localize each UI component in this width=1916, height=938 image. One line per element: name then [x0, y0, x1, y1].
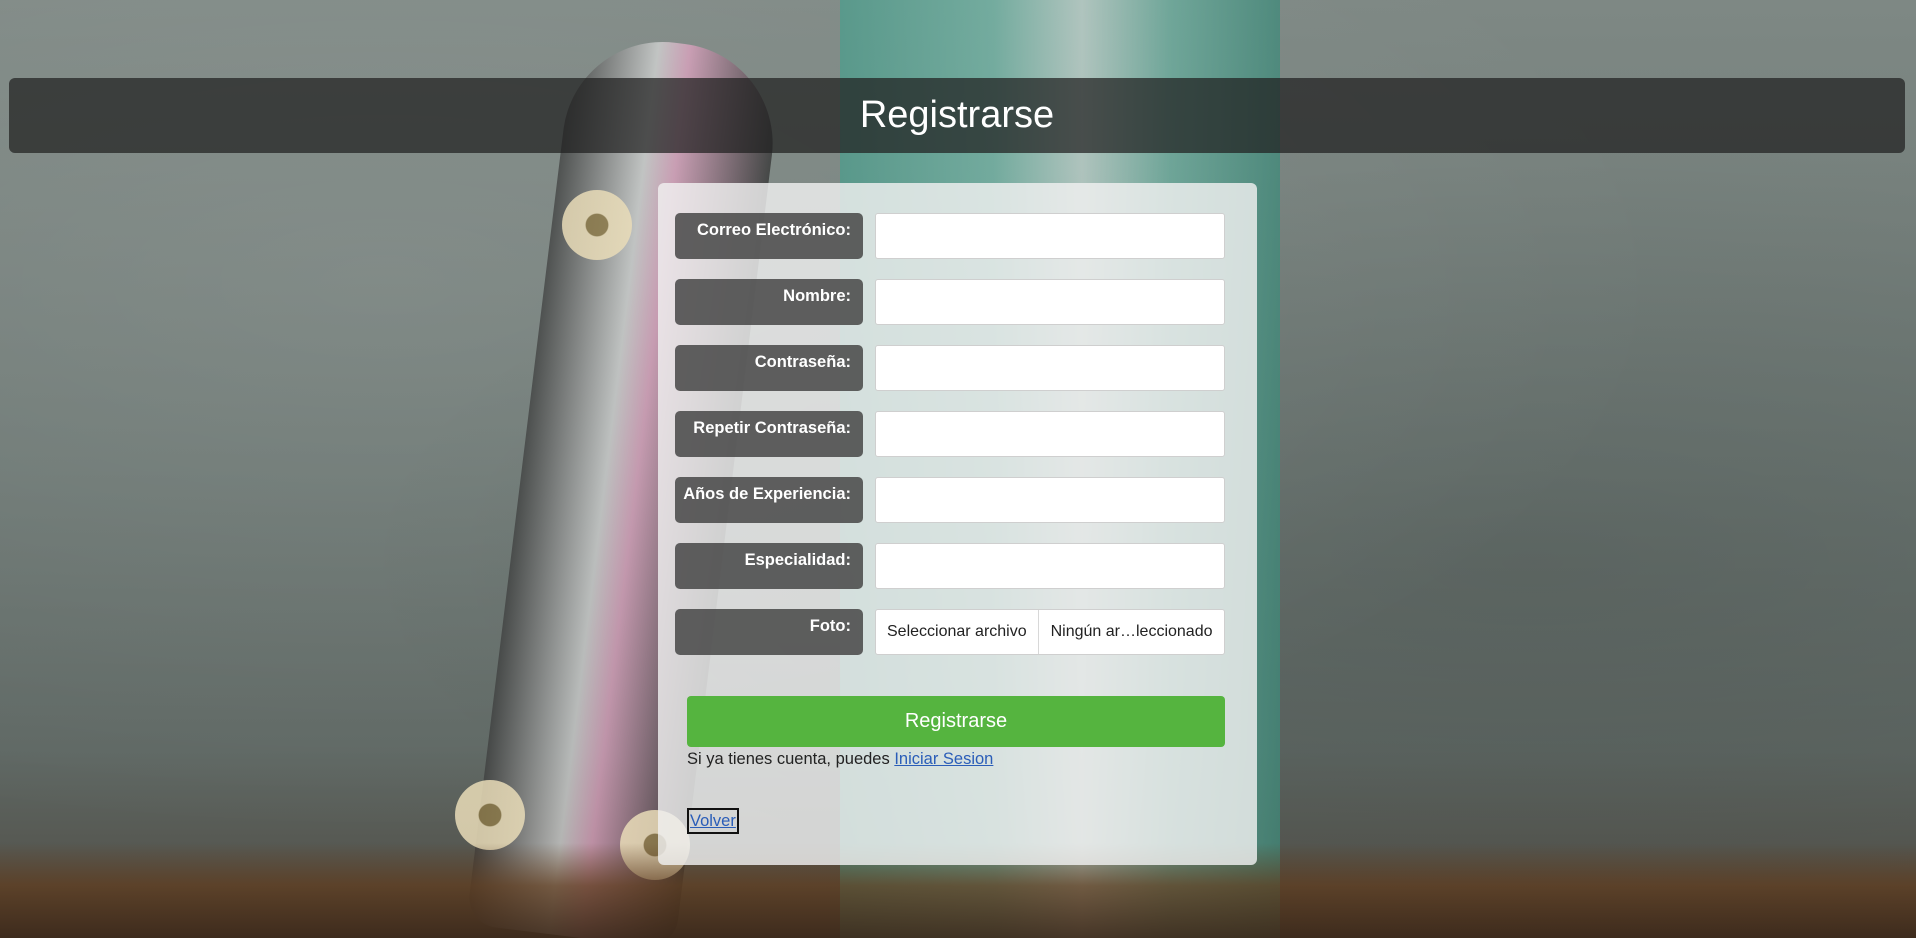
repeat-password-label: Repetir Contraseña: [675, 411, 863, 457]
register-button[interactable]: Registrarse [687, 696, 1225, 747]
repeat-password-field[interactable] [875, 411, 1225, 457]
login-link[interactable]: Iniciar Sesion [894, 750, 993, 768]
name-row: Nombre: [675, 279, 1225, 325]
name-field[interactable] [875, 279, 1225, 325]
specialty-label: Especialidad: [675, 543, 863, 589]
experience-label: Años de Experiencia: [675, 477, 863, 523]
specialty-row: Especialidad: [675, 543, 1225, 589]
file-status: Ningún ar…leccionado [1050, 623, 1213, 640]
experience-row: Años de Experiencia: [675, 477, 1225, 523]
page-header: Registrarse [9, 78, 1905, 153]
experience-field[interactable] [875, 477, 1225, 523]
email-row: Correo Electrónico: [675, 213, 1225, 259]
login-prompt-text: Si ya tienes cuenta, puedes [687, 750, 895, 768]
password-row: Contraseña: [675, 345, 1225, 391]
repeat-password-row: Repetir Contraseña: [675, 411, 1225, 457]
registration-form: Correo Electrónico: Nombre: Contraseña: … [658, 183, 1257, 865]
page-title: Registrarse [859, 94, 1055, 136]
back-link[interactable]: Volver [687, 808, 739, 834]
password-label: Contraseña: [675, 345, 863, 391]
photo-file-input[interactable]: Seleccionar archivo Ningún ar…leccionado [875, 609, 1225, 655]
select-file-button[interactable]: Seleccionar archivo [876, 610, 1039, 654]
photo-label: Foto: [675, 609, 863, 655]
photo-row: Foto: Seleccionar archivo Ningún ar…lecc… [675, 609, 1225, 655]
login-prompt: Si ya tienes cuenta, puedes Iniciar Sesi… [687, 750, 993, 769]
email-label: Correo Electrónico: [675, 213, 863, 259]
specialty-field[interactable] [875, 543, 1225, 589]
background-wheel [562, 190, 632, 260]
password-field[interactable] [875, 345, 1225, 391]
name-label: Nombre: [675, 279, 863, 325]
email-field[interactable] [875, 213, 1225, 259]
background-wheel [455, 780, 525, 850]
